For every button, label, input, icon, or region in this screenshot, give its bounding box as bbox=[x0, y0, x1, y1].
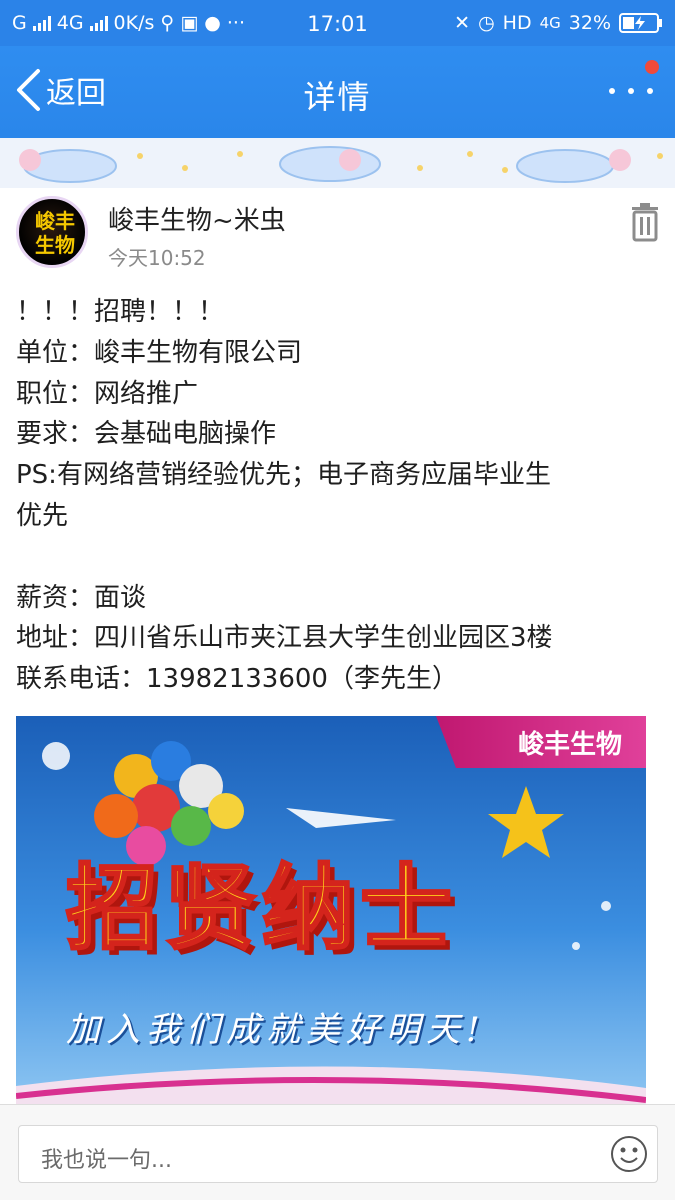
post-line: 单位：峻丰生物有限公司 bbox=[16, 337, 303, 368]
carrier-label: G bbox=[12, 12, 27, 34]
comment-input[interactable]: 我也说一句... bbox=[18, 1125, 658, 1183]
decorative-header-strip bbox=[0, 138, 675, 188]
post-line: ！！！招聘！！！ bbox=[16, 297, 225, 327]
mute-icon: ✕ bbox=[454, 12, 471, 34]
post-time: 今天10:52 bbox=[108, 246, 206, 270]
emoji-icon[interactable] bbox=[609, 1134, 649, 1174]
network2-label: 4G bbox=[539, 14, 561, 32]
post-line[interactable]: 联系电话：13982133600（李先生） bbox=[16, 659, 661, 700]
notification-dot bbox=[645, 60, 659, 74]
author-name[interactable]: 峻丰生物~米虫 bbox=[108, 200, 286, 237]
post-line: PS:有网络营销经验优先；电子商务应届毕业生 bbox=[16, 460, 551, 491]
more-menu-button[interactable] bbox=[609, 76, 653, 106]
banner-slogan: 加入我们成就美好明天! bbox=[66, 1010, 486, 1050]
alarm-icon: ◷ bbox=[478, 12, 495, 34]
recruitment-banner-image[interactable]: 峻丰生物 招贤纳士 加入我们成就美好明天! bbox=[16, 716, 646, 1104]
status-bar: G 4G 0K/s ⚲ ▣ ● ··· 17:01 ✕ ◷ HD 4G 32% bbox=[0, 0, 675, 46]
signal-icon bbox=[32, 15, 51, 31]
banner-headline: 招贤纳士 bbox=[64, 853, 459, 964]
banner-brand: 峻丰生物 bbox=[517, 730, 622, 760]
page-title: 详情 bbox=[303, 78, 372, 116]
signal-icon-2 bbox=[89, 15, 108, 31]
trash-icon[interactable] bbox=[629, 202, 661, 242]
status-right: ✕ ◷ HD 4G 32% bbox=[454, 12, 663, 34]
more-status-icon: ··· bbox=[226, 12, 245, 34]
post-line: 职位：网络推广 bbox=[16, 378, 199, 409]
status-left: G 4G 0K/s ⚲ ▣ ● ··· bbox=[12, 12, 454, 34]
post-line: 薪资：面谈 bbox=[16, 582, 147, 613]
avatar[interactable]: 峻丰生物 bbox=[16, 196, 88, 268]
battery-label: 32% bbox=[568, 12, 611, 34]
network-label: 4G bbox=[56, 12, 84, 34]
speed-label: 0K/s bbox=[113, 12, 155, 34]
usb-icon: ⚲ bbox=[160, 12, 175, 34]
post-line: 地址：四川省乐山市夹江县大学生创业园区3楼 bbox=[16, 623, 553, 654]
post-content: ！！！招聘！！！ 单位：峻丰生物有限公司 职位：网络推广 要求：会基础电脑操作 … bbox=[16, 292, 661, 700]
avatar-logo-text: 峻丰生物 bbox=[35, 209, 75, 257]
storage-icon: ▣ bbox=[180, 12, 199, 34]
post-line: 要求：会基础电脑操作 bbox=[16, 419, 277, 450]
post-line bbox=[16, 537, 661, 578]
navigation-bar: 返回 详情 bbox=[0, 46, 675, 138]
bottom-comment-bar: 我也说一句... bbox=[0, 1104, 675, 1200]
comment-placeholder: 我也说一句... bbox=[41, 1148, 172, 1173]
hd-label: HD bbox=[502, 12, 532, 34]
chat-icon: ● bbox=[204, 12, 221, 34]
post-line: 优先 bbox=[16, 500, 69, 531]
battery-icon bbox=[619, 13, 662, 33]
post-header: 峻丰生物 峻丰生物~米虫 今天10:52 bbox=[0, 188, 675, 280]
